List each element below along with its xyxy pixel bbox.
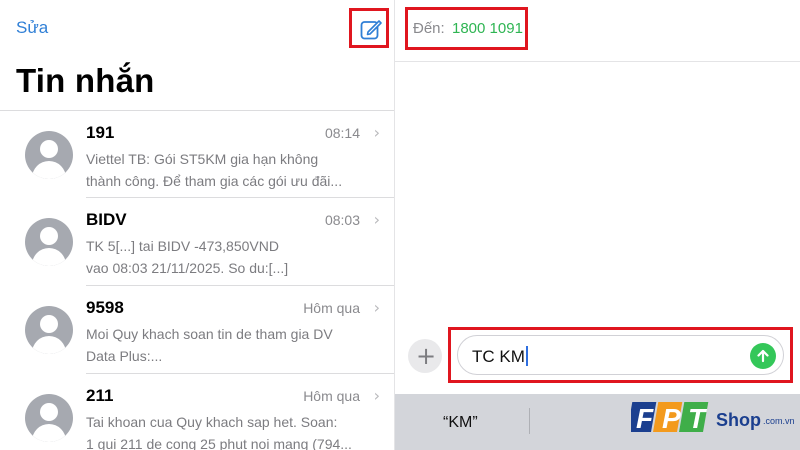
logo-letter-f: F	[636, 403, 654, 434]
conversation-sender: 191	[86, 123, 115, 142]
preview-line: 1 gui 211 de cong 25 phut noi mang (794.…	[86, 436, 352, 450]
messages-list-pane: Sửa Tin nhắn 191 08:14 › Viettel TB: Gói…	[0, 0, 394, 450]
avatar	[25, 306, 73, 354]
message-input-highlight: TC KM	[448, 327, 793, 383]
predictive-divider	[529, 408, 530, 434]
send-arrow-up-icon	[757, 349, 769, 363]
preview-line: Moi Quy khach soan tin de tham gia DV	[86, 326, 333, 342]
conversation-preview: Viettel TB: Gói ST5KM gia hạn không thàn…	[86, 148, 378, 192]
compose-pane: Đến: 1800 1091 + TC KM “KM” F P T Shop .…	[394, 0, 800, 450]
message-input[interactable]: TC KM	[457, 335, 784, 375]
preview-line: vao 08:03 21/11/2025. So du:[...]	[86, 260, 289, 276]
logo-domain-text: .com.vn	[763, 416, 795, 426]
conversation-time: 08:14	[324, 125, 360, 141]
recipient-number[interactable]: 1800 1091	[452, 20, 523, 37]
conversation-preview: TK 5[...] tai BIDV -473,850VND vao 08:03…	[86, 235, 378, 279]
conversation-row[interactable]: 211 Hôm qua › Tai khoan cua Quy khach sa…	[0, 374, 394, 450]
predictive-suggestion[interactable]: “KM”	[443, 414, 478, 432]
plus-icon: +	[416, 342, 437, 370]
conversation-preview: Tai khoan cua Quy khach sap het. Soan: 1…	[86, 411, 378, 450]
edit-button[interactable]: Sửa	[16, 18, 48, 38]
conversation-sender: 9598	[86, 298, 124, 317]
avatar	[25, 394, 73, 442]
conversation-sender: BIDV	[86, 210, 127, 229]
preview-line: Data Plus:...	[86, 348, 163, 364]
recipient-field[interactable]: Đến: 1800 1091	[405, 7, 528, 50]
plus-button[interactable]: +	[408, 339, 442, 373]
header-divider	[395, 61, 800, 62]
send-button[interactable]	[750, 343, 776, 369]
logo-letter-t: T	[688, 403, 708, 434]
conversation-row[interactable]: BIDV 08:03 › TK 5[...] tai BIDV -473,850…	[0, 198, 394, 286]
message-input-value: TC KM	[472, 347, 525, 366]
chevron-right-icon: ›	[373, 210, 380, 229]
preview-line: TK 5[...] tai BIDV -473,850VND	[86, 238, 279, 254]
logo-letter-p: P	[662, 403, 681, 434]
conversation-list: 191 08:14 › Viettel TB: Gói ST5KM gia hạ…	[0, 110, 394, 450]
conversation-row[interactable]: 9598 Hôm qua › Moi Quy khach soan tin de…	[0, 286, 394, 374]
message-input-text: TC KM	[472, 346, 528, 367]
chevron-right-icon: ›	[373, 386, 380, 405]
conversation-time: 08:03	[324, 212, 360, 228]
conversation-row[interactable]: 191 08:14 › Viettel TB: Gói ST5KM gia hạ…	[0, 110, 394, 198]
avatar	[25, 218, 73, 266]
conversation-preview: Moi Quy khach soan tin de tham gia DV Da…	[86, 323, 378, 367]
avatar	[25, 131, 73, 179]
conversation-time: Hôm qua	[303, 300, 360, 316]
recipient-label: Đến:	[413, 20, 445, 37]
page-title: Tin nhắn	[16, 62, 155, 99]
conversation-time: Hôm qua	[303, 388, 360, 404]
logo-shop-text: Shop	[716, 410, 761, 430]
compose-highlight	[349, 8, 389, 48]
text-caret	[525, 346, 528, 366]
chevron-right-icon: ›	[373, 298, 380, 317]
fpt-shop-logo: F P T Shop .com.vn	[627, 398, 799, 440]
preview-line: Tai khoan cua Quy khach sap het. Soan:	[86, 414, 338, 430]
preview-line: thành công. Để tham gia các gói ưu đãi..…	[86, 173, 343, 189]
conversation-sender: 211	[86, 386, 114, 405]
preview-line: Viettel TB: Gói ST5KM gia hạn không	[86, 151, 319, 167]
compose-icon[interactable]	[360, 18, 382, 40]
chevron-right-icon: ›	[373, 123, 380, 142]
fpt-logo-mark: F P T	[627, 402, 709, 434]
